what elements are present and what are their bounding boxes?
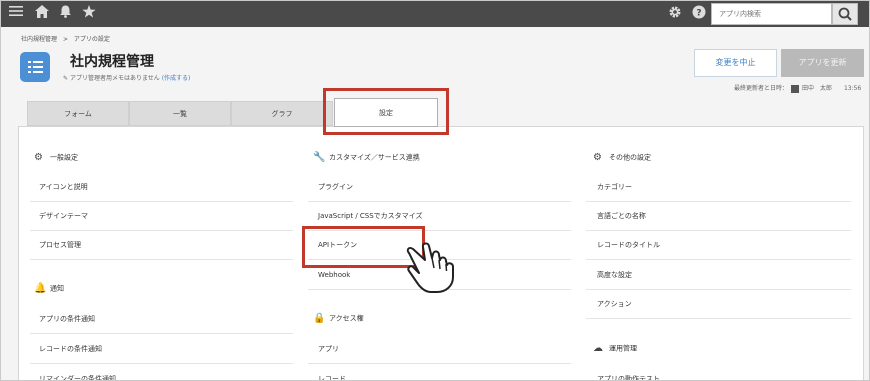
tab-settings[interactable]: 設定 [334,98,438,127]
update-app-button[interactable]: アプリを更新 [781,49,864,77]
tab-list[interactable]: 一覧 [129,101,231,126]
breadcrumb-app-link[interactable]: 社内規程管理 [21,36,57,43]
section-notify-title: 通知 [50,284,64,293]
section-customize: 🔧 カスタマイズ／サービス連携 [313,152,420,163]
pointer-hand-icon [406,242,454,293]
star-icon[interactable] [80,5,98,23]
last-updated: 最終更新者と日時： 田中 太郎 13:56 [734,83,861,93]
section-general: ⚙ 一般設定 [34,152,78,163]
link-design-theme[interactable]: デザインテーマ [30,202,293,231]
memo-create-link[interactable]: (作成する) [162,75,191,82]
link-icon-description[interactable]: アイコンと説明 [30,173,293,202]
tab-form[interactable]: フォーム [27,101,129,126]
bell-icon[interactable] [56,5,74,23]
section-other-title: その他の設定 [609,153,651,162]
svg-text:?: ? [696,9,701,19]
section-ops-title: 運用管理 [609,344,637,353]
section-notify: 🔔 通知 [34,283,64,294]
memo-icon: ✎ [63,75,69,82]
tab-graph[interactable]: グラフ [231,101,333,126]
cancel-changes-button[interactable]: 変更を中止 [694,49,777,77]
search-button[interactable] [832,3,858,25]
gear-icon[interactable] [666,5,684,23]
screen: ? 社内規程管理 > アプリの設定 社内規程管理 ✎ アプリ管理者用メモはありま… [0,0,870,381]
breadcrumb: 社内規程管理 > アプリの設定 [21,34,114,43]
link-record-title[interactable]: レコードのタイトル [586,231,851,260]
link-advanced-settings[interactable]: 高度な設定 [586,261,851,290]
link-app-notifications[interactable]: アプリの条件通知 [30,305,293,334]
section-general-title: 一般設定 [50,153,78,162]
lock-icon: 🔒 [313,313,326,324]
last-updated-label: 最終更新者と日時： [734,85,789,92]
gears-icon: ⚙ [593,152,602,163]
link-localized-names[interactable]: 言語ごとの名称 [586,202,851,231]
link-category[interactable]: カテゴリー [586,173,851,202]
memo-text: アプリ管理者用メモはありません [69,75,160,82]
section-access-title: アクセス権 [329,314,364,323]
breadcrumb-separator: > [62,36,68,43]
section-customize-title: カスタマイズ／サービス連携 [329,153,420,162]
search-icon [838,7,852,21]
bell-icon: 🔔 [34,283,47,294]
cloud-check-icon: ☁ [593,343,603,354]
last-updated-time: 13:56 [843,85,862,92]
breadcrumb-current: アプリの設定 [73,36,110,43]
admin-memo: ✎ アプリ管理者用メモはありません (作成する) [63,73,190,82]
section-access: 🔒 アクセス権 [313,313,364,324]
section-ops: ☁ 運用管理 [593,343,637,354]
section-other: ⚙ その他の設定 [593,152,651,163]
search-input[interactable] [711,3,832,25]
gear-icon: ⚙ [34,152,43,163]
link-plugins[interactable]: プラグイン [308,173,571,202]
wrench-icon: 🔧 [313,152,326,163]
menu-icon[interactable] [7,5,25,23]
link-app-test[interactable]: アプリの動作テスト [586,365,851,380]
last-updated-user[interactable]: 田中 太郎 [802,85,832,92]
home-icon[interactable] [33,5,51,23]
link-app-access[interactable]: アプリ [308,335,571,364]
link-js-css-customize[interactable]: JavaScript / CSSでカスタマイズ [308,202,571,231]
link-record-access[interactable]: レコード [308,365,571,380]
link-process-management[interactable]: プロセス管理 [30,231,293,260]
link-reminder-notifications[interactable]: リマインダーの条件通知 [30,365,293,380]
help-icon[interactable]: ? [690,5,708,23]
user-icon [791,84,800,93]
app-icon [20,52,50,82]
link-record-notifications[interactable]: レコードの条件通知 [30,335,293,364]
link-actions[interactable]: アクション [586,290,851,319]
top-bar: ? [1,1,869,27]
page-title: 社内規程管理 [70,54,154,70]
